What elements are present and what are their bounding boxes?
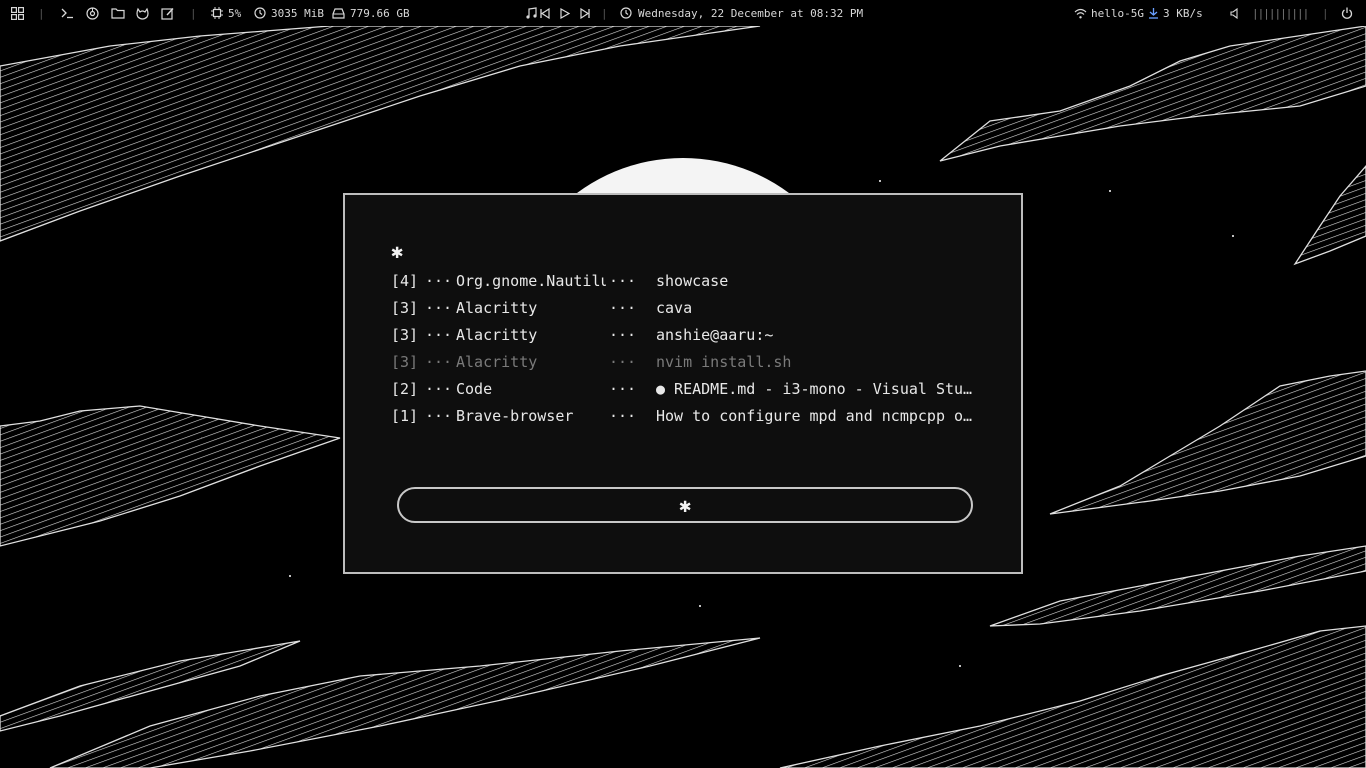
download-icon: [1148, 7, 1159, 19]
wifi-widget[interactable]: hello-5G: [1074, 0, 1144, 26]
clock-text: Wednesday, 22 December at 08:32 PM: [638, 6, 864, 20]
clock-memory-icon: [254, 7, 266, 19]
editor-app-button[interactable]: [161, 0, 174, 26]
prompt-symbol: ✱: [391, 239, 404, 263]
separator-dots: ···: [609, 353, 637, 371]
browser-app-button[interactable]: [86, 0, 99, 26]
bar-separator: |: [190, 6, 197, 20]
bar-separator: |: [601, 6, 608, 20]
disk-free: 779.66 GB: [350, 6, 410, 20]
window-class: Org.gnome.Nautilus: [456, 272, 606, 290]
play-icon[interactable]: [560, 7, 570, 19]
volume-widget[interactable]: ||||||||||: [1230, 0, 1309, 26]
window-title: nvim install.sh: [656, 353, 792, 371]
terminal-app-button[interactable]: [61, 0, 74, 26]
workspace-number: [3]: [391, 353, 419, 371]
window-switcher: ✱ [4] ··· Org.gnome.Nautilus ··· showcase [3]…: [343, 193, 1023, 574]
window-title: How to configure mpd and ncmpcpp on Lin…: [656, 407, 981, 425]
folder-icon: [111, 7, 125, 19]
separator-dots: ···: [609, 272, 637, 290]
separator-dots: ···: [425, 353, 453, 371]
cpu-usage: 5%: [228, 6, 242, 20]
separator-dots: ···: [425, 326, 453, 344]
separator-dots: ···: [425, 380, 453, 398]
grid-icon: [11, 6, 24, 20]
separator-dots: ···: [609, 299, 637, 317]
download-speed: 3 KB/s: [1163, 6, 1203, 20]
workspace-number: [1]: [391, 407, 419, 425]
firefox-app-button[interactable]: [136, 0, 149, 26]
window-title: cava: [656, 299, 693, 317]
terminal-icon: [61, 7, 74, 19]
previous-icon[interactable]: [540, 7, 550, 19]
music-icon: [526, 7, 537, 19]
volume-level-bars[interactable]: ||||||||||: [1252, 7, 1309, 20]
next-icon[interactable]: [580, 7, 590, 19]
separator-dots: ···: [425, 407, 453, 425]
window-title: anshie@aaru:~: [656, 326, 774, 344]
power-button[interactable]: [1341, 0, 1353, 26]
workspace-number: [2]: [391, 380, 419, 398]
window-class: Alacritty: [456, 326, 538, 344]
files-app-button[interactable]: [111, 0, 125, 26]
cpu-icon: [211, 7, 223, 19]
volume-icon: [1230, 7, 1240, 19]
memory-widget: 3035 MiB: [254, 0, 324, 26]
clock-widget[interactable]: Wednesday, 22 December at 08:32 PM: [620, 0, 863, 26]
cpu-widget: 5%: [211, 0, 241, 26]
window-title: ● README.md - i3-mono - Visual Studio C…: [656, 380, 981, 398]
separator-dots: ···: [425, 299, 453, 317]
disk-icon: [332, 7, 345, 19]
disk-widget: 779.66 GB: [332, 0, 410, 26]
media-controls: [526, 0, 590, 26]
wifi-icon: [1074, 8, 1087, 19]
wifi-ssid: hello-5G: [1091, 6, 1144, 20]
search-symbol: ✱: [678, 493, 692, 517]
memory-usage: 3035 MiB: [271, 6, 324, 20]
clock-icon: [620, 7, 632, 19]
app-launcher-button[interactable]: [11, 0, 24, 26]
separator-dots: ···: [609, 326, 637, 344]
window-class: Alacritty: [456, 299, 538, 317]
workspace-number: [3]: [391, 326, 419, 344]
search-input[interactable]: ✱: [397, 487, 973, 523]
top-bar: | | 5% 3035 MiB 779.66 GB | Wednesday, 2…: [0, 0, 1366, 26]
browser-icon: [86, 6, 99, 20]
separator-dots: ···: [609, 380, 637, 398]
workspace-number: [3]: [391, 299, 419, 317]
separator-dots: ···: [425, 272, 453, 290]
edit-icon: [161, 7, 174, 20]
power-icon: [1341, 7, 1353, 19]
window-class: Brave-browser: [456, 407, 574, 425]
bar-separator: |: [1322, 6, 1329, 20]
network-speed-widget: 3 KB/s: [1148, 0, 1203, 26]
window-class: Alacritty: [456, 353, 538, 371]
workspace-number: [4]: [391, 272, 419, 290]
window-class: Code: [456, 380, 493, 398]
bar-separator: |: [38, 6, 45, 20]
firefox-icon: [136, 7, 149, 20]
window-title: showcase: [656, 272, 729, 290]
separator-dots: ···: [609, 407, 637, 425]
